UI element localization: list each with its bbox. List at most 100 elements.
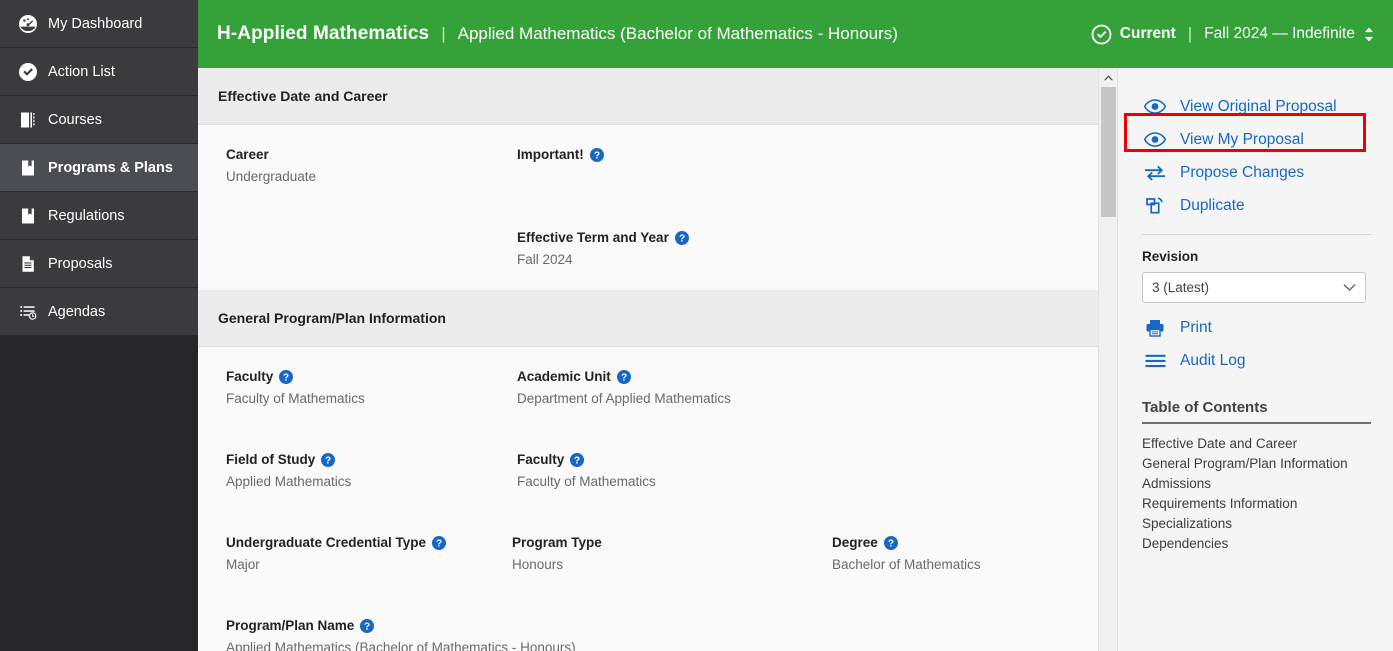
view-my-proposal-link[interactable]: View My Proposal [1142, 123, 1371, 156]
toc-item-specializations[interactable]: Specializations [1142, 514, 1371, 534]
body-split: Effective Date and Career Career Undergr… [198, 68, 1393, 651]
book-icon [13, 206, 43, 226]
section-header-effective-date-and-career: Effective Date and Career [198, 68, 1117, 125]
svg-text:?: ? [364, 621, 370, 632]
help-icon[interactable]: ? [570, 452, 585, 467]
term-range-selector[interactable]: Fall 2024 — Indefinite [1204, 25, 1375, 43]
main-sidebar: My Dashboard Action List Courses Program… [0, 0, 198, 651]
field-value: Applied Mathematics (Bachelor of Mathema… [226, 640, 576, 651]
toc-item-admissions[interactable]: Admissions [1142, 474, 1371, 494]
field-label: Academic Unit ? [517, 369, 1097, 384]
sidebar-item-courses[interactable]: Courses [0, 96, 198, 144]
header-separator: | [441, 24, 446, 43]
field-value: Applied Mathematics [226, 474, 352, 489]
scrollbar-track[interactable] [1099, 217, 1117, 651]
sidebar-item-label: Proposals [48, 255, 113, 272]
section-body-effective-date-and-career: Career Undergraduate Important! ? Effect… [198, 125, 1117, 290]
action-link-label: Print [1180, 318, 1212, 336]
help-icon[interactable]: ? [279, 369, 294, 384]
revision-select[interactable]: 3 (Latest) [1142, 272, 1366, 303]
toc-item-dependencies[interactable]: Dependencies [1142, 534, 1371, 554]
field-field-of-study: Field of Study ? Applied Mathematics [226, 430, 517, 489]
sidebar-item-label: Programs & Plans [48, 159, 173, 176]
field-row: Field of Study ? Applied Mathematics Fac… [226, 430, 1117, 489]
row-spacer [226, 489, 1117, 513]
header-separator-2: | [1187, 24, 1193, 43]
field-value: Fall 2024 [517, 252, 573, 267]
page-header: H-Applied Mathematics | Applied Mathemat… [198, 0, 1393, 68]
exchange-arrows-icon [1142, 165, 1168, 181]
toc-item-general-program-plan-information[interactable]: General Program/Plan Information [1142, 454, 1371, 474]
term-range-label: Fall 2024 — Indefinite [1204, 25, 1355, 42]
table-of-contents-rule [1142, 422, 1371, 424]
field-academic-unit: Academic Unit ? Department of Applied Ma… [517, 347, 1117, 406]
sidebar-item-regulations[interactable]: Regulations [0, 192, 198, 240]
field-career: Career Undergraduate [226, 125, 517, 184]
svg-text:?: ? [679, 233, 685, 244]
view-original-proposal-link[interactable]: View Original Proposal [1142, 90, 1371, 123]
sidebar-item-label: Regulations [48, 207, 125, 224]
header-right-group: Current | Fall 2024 — Indefinite [1091, 24, 1375, 45]
field-label: Effective Term and Year ? [517, 230, 1097, 245]
sidebar-item-programs-and-plans[interactable]: Programs & Plans [0, 144, 198, 192]
section-header-general-program-plan-information: General Program/Plan Information [198, 290, 1117, 347]
field-value: Department of Applied Mathematics [517, 391, 731, 406]
field-value: Faculty of Mathematics [226, 391, 365, 406]
help-icon[interactable]: ? [321, 452, 336, 467]
svg-text:?: ? [888, 538, 894, 549]
field-program-type: Program Type Honours [512, 513, 832, 572]
agenda-list-icon [13, 302, 43, 322]
help-icon[interactable]: ? [616, 369, 631, 384]
field-row: Career Undergraduate Important! ? [226, 125, 1117, 184]
help-icon[interactable]: ? [674, 230, 689, 245]
row-spacer [226, 572, 1117, 596]
sidebar-item-my-dashboard[interactable]: My Dashboard [0, 0, 198, 48]
action-link-label: Audit Log [1180, 351, 1246, 369]
panel-divider [1142, 234, 1371, 235]
field-faculty: Faculty ? Faculty of Mathematics [226, 347, 517, 406]
sidebar-item-action-list[interactable]: Action List [0, 48, 198, 96]
audit-log-link[interactable]: Audit Log [1142, 344, 1371, 377]
scrollbar-thumb[interactable] [1101, 87, 1116, 217]
field-label: Faculty ? [226, 369, 497, 384]
revision-label: Revision [1142, 249, 1199, 264]
help-icon[interactable]: ? [432, 535, 447, 550]
revision-select-value: 3 (Latest) [1152, 280, 1210, 295]
field-value: Undergraduate [226, 169, 317, 184]
field-label: Important! ? [517, 147, 1097, 162]
printer-icon [1142, 319, 1168, 337]
field-program-plan-name: Program/Plan Name ? Applied Mathematics … [226, 596, 1117, 651]
svg-text:?: ? [283, 372, 289, 383]
section-body-general-program-plan-information: Faculty ? Faculty of Mathematics Academi… [198, 347, 1117, 651]
status-badge-label: Current [1119, 25, 1176, 42]
svg-text:?: ? [436, 538, 442, 549]
propose-changes-link[interactable]: Propose Changes [1142, 156, 1371, 189]
help-icon[interactable]: ? [589, 147, 604, 162]
print-link[interactable]: Print [1142, 311, 1371, 344]
help-icon[interactable]: ? [360, 618, 375, 633]
main-scrollbar[interactable] [1098, 68, 1117, 651]
action-link-label: View Original Proposal [1180, 97, 1337, 115]
sidebar-item-label: Action List [48, 63, 115, 80]
eye-icon [1142, 99, 1168, 114]
field-row: Faculty ? Faculty of Mathematics Academi… [226, 347, 1117, 406]
book-icon [13, 158, 43, 178]
sidebar-item-proposals[interactable]: Proposals [0, 240, 198, 288]
check-circle-icon [1091, 24, 1112, 45]
field-label: Program/Plan Name ? [226, 618, 1097, 633]
scrollbar-up-button[interactable] [1099, 68, 1117, 87]
help-icon[interactable]: ? [883, 535, 898, 550]
field-row: Undergraduate Credential Type ? Major Pr… [226, 513, 1117, 572]
svg-text:?: ? [325, 455, 331, 466]
document-icon [13, 254, 43, 274]
field-effective-term-and-year: Effective Term and Year ? Fall 2024 [517, 208, 1117, 267]
section-bottom-spacer [226, 267, 1117, 290]
toc-item-effective-date-and-career[interactable]: Effective Date and Career [1142, 434, 1371, 454]
field-value: Honours [512, 557, 564, 572]
row-spacer [226, 184, 1117, 208]
sidebar-item-label: Agendas [48, 303, 106, 320]
action-link-label: View My Proposal [1180, 130, 1304, 148]
duplicate-link[interactable]: Duplicate [1142, 189, 1371, 222]
toc-item-requirements-information[interactable]: Requirements Information [1142, 494, 1371, 514]
sidebar-item-agendas[interactable]: Agendas [0, 288, 198, 336]
